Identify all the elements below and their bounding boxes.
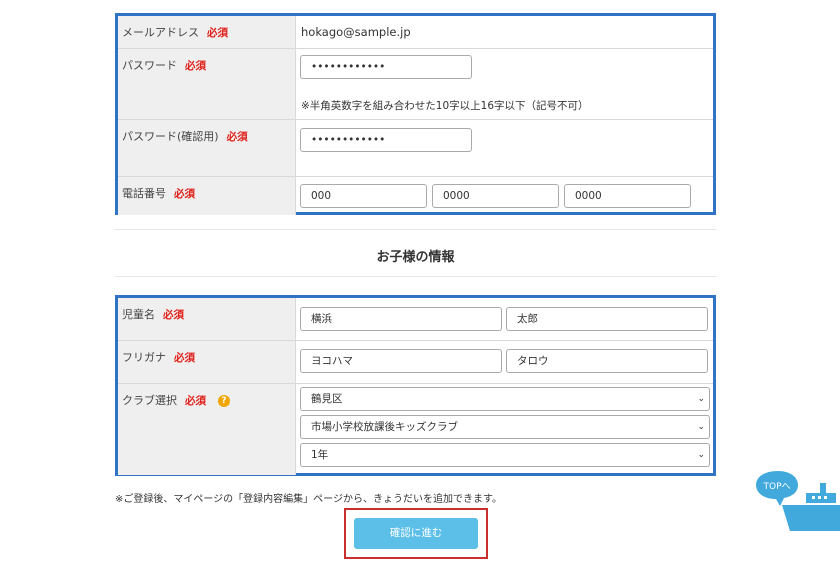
email-value-cell: hokago@sample.jp xyxy=(296,16,713,48)
required-badge: 必須 xyxy=(163,309,184,321)
required-badge: 必須 xyxy=(226,131,248,143)
required-badge: 必須 xyxy=(207,27,228,39)
child-kana-row: フリガナ 必須 ヨコハマ タロウ xyxy=(118,341,713,384)
email-label-cell: メールアドレス 必須 xyxy=(118,16,296,48)
password-note: ※半角英数字を組み合わせた10字以上16字以下（記号不可） xyxy=(301,100,589,112)
confirm-button[interactable]: 確認に進む xyxy=(354,518,478,549)
section-divider-top xyxy=(115,229,716,230)
chevron-down-icon: ⌄ xyxy=(697,450,705,460)
phone-input-2[interactable]: 0000 xyxy=(432,184,559,208)
phone-label-cell: 電話番号 必須 xyxy=(118,177,296,215)
child-form: 児童名 必須 横浜 太郎 フリガナ 必須 ヨコハマ タロウ クラブ選択 必須? 鶴見区… xyxy=(115,295,716,476)
password-confirm-row: パスワード(確認用) 必須 •••••••••••• xyxy=(118,120,713,177)
club-value-cell: 鶴見区 ⌄ 市場小学校放課後キッズクラブ ⌄ 1年 ⌄ xyxy=(296,384,713,475)
grade-select[interactable]: 1年 ⌄ xyxy=(300,443,710,467)
section-title: お子様の情報 xyxy=(376,250,455,265)
email-value: hokago@sample.jp xyxy=(301,25,411,39)
child-kana-label-cell: フリガナ 必須 xyxy=(118,341,296,383)
help-icon[interactable]: ? xyxy=(218,395,230,407)
email-row: メールアドレス 必須 hokago@sample.jp xyxy=(118,16,713,49)
password-label-cell: パスワード 必須 xyxy=(118,49,296,119)
section-divider-bottom xyxy=(115,276,716,277)
required-badge: 必須 xyxy=(174,352,195,364)
child-first-kana-input[interactable]: タロウ xyxy=(506,349,708,373)
ship-icon: TOPへ xyxy=(756,471,840,531)
required-badge: 必須 xyxy=(185,60,206,72)
chevron-down-icon: ⌄ xyxy=(697,394,705,404)
back-to-top-button[interactable]: TOPへ xyxy=(756,469,840,533)
club-row: クラブ選択 必須? 鶴見区 ⌄ 市場小学校放課後キッズクラブ ⌄ 1年 ⌄ xyxy=(118,384,713,475)
phone-input-1[interactable]: 000 xyxy=(300,184,427,208)
phone-row: 電話番号 必須 000 0000 0000 xyxy=(118,177,713,215)
club-label: クラブ選択 xyxy=(122,394,177,407)
club-label-cell: クラブ選択 必須? xyxy=(118,384,296,475)
chevron-down-icon: ⌄ xyxy=(697,422,705,432)
required-badge: 必須 xyxy=(185,395,206,407)
password-confirm-value-cell: •••••••••••• xyxy=(296,120,713,176)
submit-highlight: 確認に進む xyxy=(344,508,488,559)
child-name-value-cell: 横浜 太郎 xyxy=(296,298,713,340)
phone-input-3[interactable]: 0000 xyxy=(564,184,691,208)
password-row: パスワード 必須 •••••••••••• ※半角英数字を組み合わせた10字以上1… xyxy=(118,49,713,120)
account-form: メールアドレス 必須 hokago@sample.jp パスワード 必須 •••••… xyxy=(115,13,716,215)
child-name-label-cell: 児童名 必須 xyxy=(118,298,296,340)
child-kana-label: フリガナ xyxy=(122,351,166,364)
child-kana-value-cell: ヨコハマ タロウ xyxy=(296,341,713,383)
password-confirm-input[interactable]: •••••••••••• xyxy=(300,128,472,152)
password-value-cell: •••••••••••• ※半角英数字を組み合わせた10字以上16字以下（記号不… xyxy=(296,49,713,119)
club-select[interactable]: 市場小学校放課後キッズクラブ ⌄ xyxy=(300,415,710,439)
grade-select-value: 1年 xyxy=(311,449,329,461)
child-name-row: 児童名 必須 横浜 太郎 xyxy=(118,298,713,341)
child-last-name-input[interactable]: 横浜 xyxy=(300,307,502,331)
email-label: メールアドレス xyxy=(122,26,199,39)
phone-value-cell: 000 0000 0000 xyxy=(296,177,713,215)
required-badge: 必須 xyxy=(174,188,195,200)
password-confirm-label: パスワード(確認用) xyxy=(122,130,219,143)
ward-select[interactable]: 鶴見区 ⌄ xyxy=(300,387,710,411)
club-select-value: 市場小学校放課後キッズクラブ xyxy=(311,421,458,433)
phone-label: 電話番号 xyxy=(122,187,166,200)
ward-select-value: 鶴見区 xyxy=(311,393,343,405)
child-name-label: 児童名 xyxy=(122,308,155,321)
password-input[interactable]: •••••••••••• xyxy=(300,55,472,79)
password-label: パスワード xyxy=(122,59,177,72)
password-confirm-label-cell: パスワード(確認用) 必須 xyxy=(118,120,296,176)
child-first-name-input[interactable]: 太郎 xyxy=(506,307,708,331)
child-last-kana-input[interactable]: ヨコハマ xyxy=(300,349,502,373)
sibling-note: ※ご登録後、マイページの「登録内容編集」ページから、きょうだいを追加できます。 xyxy=(115,494,502,505)
top-button-label: TOPへ xyxy=(762,482,790,492)
